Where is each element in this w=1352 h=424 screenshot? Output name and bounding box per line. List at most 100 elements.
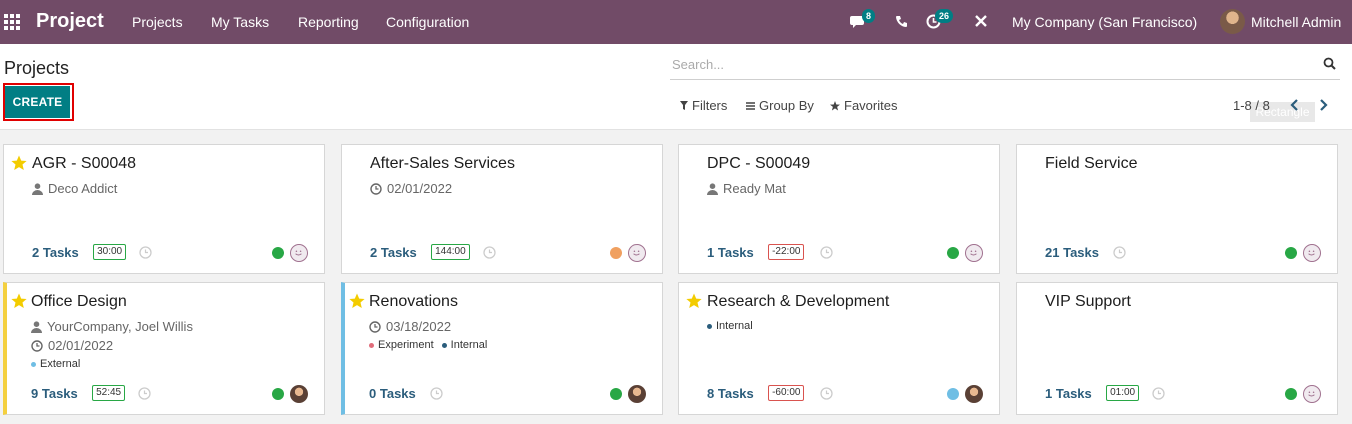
- planned-hours-badge: -22:00: [768, 244, 805, 260]
- status-indicator[interactable]: [610, 247, 622, 259]
- status-indicator[interactable]: [272, 388, 284, 400]
- activity-clock-icon[interactable]: [138, 387, 151, 400]
- assignee-avatar[interactable]: [290, 385, 308, 403]
- status-indicator[interactable]: [947, 388, 959, 400]
- tag-list: External: [31, 358, 80, 370]
- tools-icon[interactable]: [974, 14, 988, 28]
- tasks-link[interactable]: 8 Tasks: [707, 386, 754, 401]
- tasks-link[interactable]: 21 Tasks: [1045, 245, 1099, 260]
- menu-projects[interactable]: Projects: [132, 14, 183, 30]
- project-card[interactable]: After-Sales Services 02/01/2022 2 Tasks 144…: [341, 144, 663, 274]
- status-indicator[interactable]: [1285, 247, 1297, 259]
- project-card[interactable]: Research & Development Internal 8 Tasks -60…: [678, 282, 1000, 415]
- task-word: Tasks: [41, 386, 78, 401]
- activity-clock-icon[interactable]: [1113, 246, 1127, 259]
- list-icon: [746, 101, 755, 110]
- search-input[interactable]: [672, 57, 1292, 72]
- menu-configuration[interactable]: Configuration: [386, 14, 469, 30]
- planned-hours-badge: 30:00: [93, 244, 127, 260]
- status-indicator[interactable]: [947, 247, 959, 259]
- status-indicator[interactable]: [610, 388, 622, 400]
- activities-badge: 26: [935, 9, 954, 23]
- favorite-star-icon[interactable]: [11, 155, 27, 171]
- tasks-link[interactable]: 9 Tasks: [31, 386, 78, 401]
- smiley-icon: [633, 250, 640, 256]
- project-card[interactable]: AGR - S00048 Deco Addict 2 Tasks 30:00: [3, 144, 325, 274]
- filters-button[interactable]: Filters: [680, 98, 727, 113]
- pager-previous-icon[interactable]: [1288, 97, 1302, 113]
- tasks-link[interactable]: 0 Tasks: [369, 386, 416, 401]
- project-name[interactable]: Renovations: [369, 293, 458, 311]
- tasks-link[interactable]: 1 Tasks: [707, 245, 754, 260]
- tasks-link[interactable]: 2 Tasks: [32, 245, 79, 260]
- task-word: Tasks: [380, 245, 417, 260]
- project-customer: Ready Mat: [707, 181, 786, 196]
- project-card[interactable]: Office Design YourCompany, Joel Willis 02/…: [3, 282, 325, 415]
- project-name[interactable]: Office Design: [31, 293, 127, 311]
- planned-hours-badge: -60:00: [768, 385, 805, 401]
- assignee-avatar[interactable]: [290, 244, 308, 262]
- task-word: Tasks: [42, 245, 79, 260]
- planned-hours-badge: 52:45: [92, 385, 126, 401]
- activity-clock-icon[interactable]: [430, 387, 443, 400]
- activity-clock-icon[interactable]: [483, 246, 496, 259]
- assignee-avatar[interactable]: [965, 385, 983, 403]
- favorite-star-icon[interactable]: [11, 293, 27, 309]
- date-value: 02/01/2022: [387, 181, 453, 196]
- user-avatar[interactable]: [1220, 9, 1245, 34]
- activity-clock-icon[interactable]: [139, 246, 152, 259]
- activity-clock-icon[interactable]: [820, 246, 833, 259]
- customer-name: Ready Mat: [723, 181, 786, 196]
- activity-clock-icon[interactable]: [820, 387, 833, 400]
- tasks-link[interactable]: 1 Tasks: [1045, 386, 1092, 401]
- favorite-star-icon[interactable]: [349, 293, 365, 309]
- project-name[interactable]: Research & Development: [707, 293, 889, 311]
- project-name[interactable]: VIP Support: [1045, 293, 1131, 311]
- card-footer: 1 Tasks 01:00: [1045, 384, 1321, 404]
- phone-icon[interactable]: [895, 15, 908, 28]
- customer-name: Deco Addict: [48, 181, 118, 196]
- project-name[interactable]: Field Service: [1045, 155, 1137, 173]
- group-by-button[interactable]: Group By: [746, 98, 814, 113]
- project-name[interactable]: AGR - S00048: [32, 155, 136, 173]
- project-customer: YourCompany, Joel Willis: [31, 319, 193, 334]
- project-name[interactable]: After-Sales Services: [370, 155, 515, 173]
- company-switcher[interactable]: My Company (San Francisco): [1012, 14, 1197, 30]
- person-icon: [32, 182, 43, 195]
- tasks-link[interactable]: 2 Tasks: [370, 245, 417, 260]
- assignee-avatar[interactable]: [1303, 244, 1321, 262]
- assignee-avatar[interactable]: [1303, 385, 1321, 403]
- create-button[interactable]: CREATE: [5, 86, 70, 118]
- pager-next-icon[interactable]: [1316, 97, 1330, 113]
- favorite-star-icon[interactable]: [686, 293, 702, 309]
- status-indicator[interactable]: [272, 247, 284, 259]
- task-count: 21: [1045, 245, 1060, 260]
- task-count: 1: [1045, 386, 1053, 401]
- top-navbar: Project Projects My Tasks Reporting Conf…: [0, 0, 1352, 44]
- task-count: 8: [707, 386, 715, 401]
- control-panel: Projects CREATE Filters Group By Favorit…: [0, 44, 1352, 130]
- project-card[interactable]: Field Service 21 Tasks: [1016, 144, 1338, 274]
- favorites-button[interactable]: Favorites: [830, 98, 897, 113]
- date-value: 02/01/2022: [48, 338, 114, 353]
- favorites-label: Favorites: [844, 98, 898, 113]
- project-date: 03/18/2022: [369, 319, 451, 334]
- assignee-avatar[interactable]: [628, 244, 646, 262]
- user-menu[interactable]: Mitchell Admin: [1251, 14, 1341, 30]
- pager-value[interactable]: 1-8 / 8: [1233, 98, 1270, 113]
- task-count: 0: [369, 386, 377, 401]
- status-indicator[interactable]: [1285, 388, 1297, 400]
- project-card[interactable]: VIP Support 1 Tasks 01:00: [1016, 282, 1338, 415]
- project-card[interactable]: Renovations 03/18/2022 Experiment Internal 0…: [341, 282, 663, 415]
- apps-menu-icon[interactable]: [4, 14, 20, 30]
- menu-reporting[interactable]: Reporting: [298, 14, 359, 30]
- search-icon[interactable]: [1323, 57, 1336, 70]
- activity-clock-icon[interactable]: [1152, 387, 1165, 400]
- app-name[interactable]: Project: [36, 10, 104, 33]
- search-bar: [670, 52, 1340, 80]
- project-name[interactable]: DPC - S00049: [707, 155, 810, 173]
- assignee-avatar[interactable]: [628, 385, 646, 403]
- menu-my-tasks[interactable]: My Tasks: [211, 14, 269, 30]
- project-card[interactable]: DPC - S00049 Ready Mat 1 Tasks -22:00: [678, 144, 1000, 274]
- assignee-avatar[interactable]: [965, 244, 983, 262]
